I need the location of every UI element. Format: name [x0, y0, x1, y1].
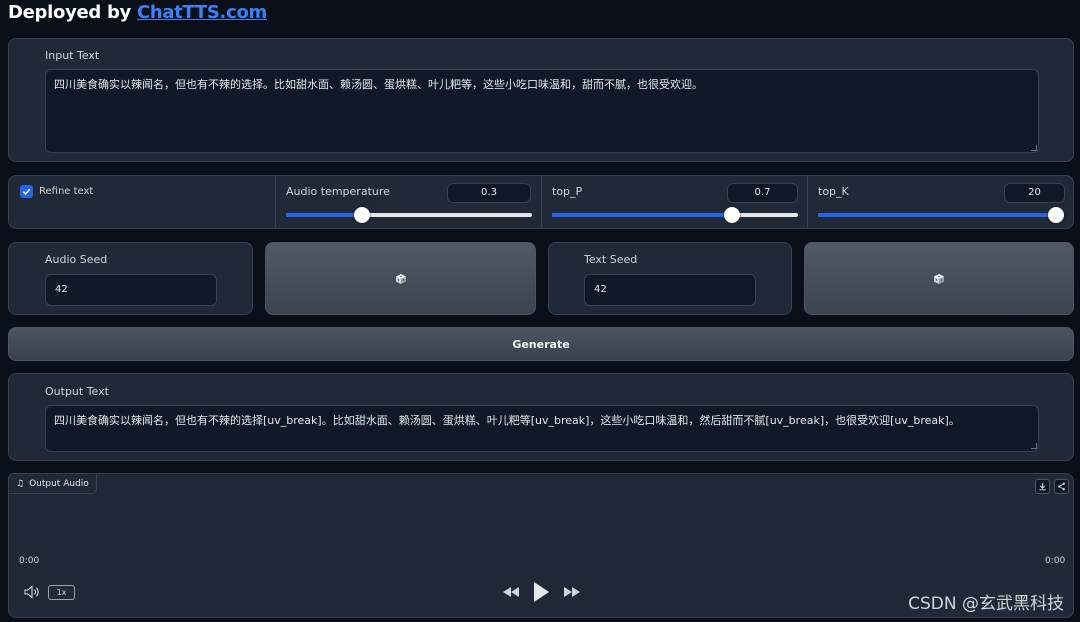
- audio-seed-label: Audio Seed: [45, 253, 108, 266]
- fast-forward-button[interactable]: [562, 584, 582, 600]
- text-seed-input[interactable]: 42: [584, 274, 756, 306]
- input-text-label: Input Text: [45, 49, 100, 62]
- dice-icon: [395, 273, 406, 284]
- time-duration: 0:00: [1045, 556, 1066, 566]
- volume-icon: [24, 585, 39, 599]
- chattts-link[interactable]: ChatTTS.com: [137, 2, 267, 23]
- playback-speed-button[interactable]: 1x: [48, 585, 75, 600]
- generate-button[interactable]: Generate: [8, 327, 1074, 361]
- text-seed-panel: Text Seed 42: [548, 242, 792, 315]
- top-p-input[interactable]: 0.7: [727, 183, 798, 203]
- play-icon: [534, 582, 549, 602]
- time-current: 0:00: [19, 556, 40, 566]
- play-button[interactable]: [531, 580, 551, 604]
- volume-button[interactable]: [23, 584, 41, 600]
- slider-fill: [286, 213, 363, 217]
- music-note-icon: ♫: [16, 478, 25, 489]
- share-button[interactable]: [1054, 479, 1069, 494]
- output-text-label: Output Text: [45, 385, 109, 398]
- audio-temperature-label: Audio temperature: [286, 185, 390, 198]
- text-seed-dice-button[interactable]: [804, 242, 1074, 315]
- fast-forward-icon: [564, 587, 580, 597]
- input-text-panel: Input Text 四川美食确实以辣闻名，但也有不辣的选择。比如甜水面、赖汤圆…: [8, 38, 1074, 162]
- output-audio-tag: ♫ Output Audio: [8, 473, 97, 494]
- slider-thumb[interactable]: [723, 207, 740, 223]
- refine-text-label: Refine text: [39, 186, 94, 197]
- rewind-button[interactable]: [501, 584, 521, 600]
- top-k-label: top_K: [818, 185, 849, 198]
- controls-panel: Refine text Audio temperature 0.3 top_P …: [8, 175, 1074, 229]
- input-text-area[interactable]: 四川美食确实以辣闻名，但也有不辣的选择。比如甜水面、赖汤圆、蛋烘糕、叶儿粑等，这…: [45, 69, 1039, 153]
- title-prefix: Deployed by: [8, 2, 137, 23]
- output-text-panel: Output Text 四川美食确实以辣闻名，但也有不辣的选择[uv_break…: [8, 373, 1074, 461]
- resize-grip-icon[interactable]: [1031, 443, 1037, 449]
- watermark: CSDN @玄武黑科技: [908, 594, 1064, 614]
- top-p-label: top_P: [552, 185, 583, 198]
- refine-text-checkbox[interactable]: [20, 185, 33, 198]
- audio-seed-input[interactable]: 42: [45, 274, 217, 306]
- slider-thumb[interactable]: [354, 207, 371, 223]
- download-button[interactable]: [1035, 479, 1050, 494]
- download-icon: [1039, 482, 1046, 491]
- check-icon: [22, 188, 31, 195]
- audio-seed-panel: Audio Seed 42: [8, 242, 253, 315]
- divider: [807, 176, 808, 228]
- page-title: Deployed by ChatTTS.com: [8, 2, 267, 23]
- audio-temperature-input[interactable]: 0.3: [447, 183, 531, 203]
- slider-fill: [552, 213, 732, 217]
- output-text-area[interactable]: 四川美食确实以辣闻名，但也有不辣的选择[uv_break]。比如甜水面、赖汤圆、…: [45, 405, 1039, 452]
- share-icon: [1058, 482, 1065, 491]
- slider-thumb[interactable]: [1048, 207, 1064, 223]
- output-audio-label: Output Audio: [29, 478, 89, 489]
- resize-grip-icon[interactable]: [1031, 145, 1037, 151]
- slider-fill: [818, 213, 1056, 217]
- top-k-input[interactable]: 20: [1004, 183, 1065, 203]
- divider: [541, 176, 542, 228]
- text-seed-label: Text Seed: [584, 253, 638, 266]
- rewind-icon: [503, 587, 519, 597]
- divider: [275, 176, 276, 228]
- dice-icon: [934, 273, 944, 284]
- audio-seed-dice-button[interactable]: [265, 242, 536, 315]
